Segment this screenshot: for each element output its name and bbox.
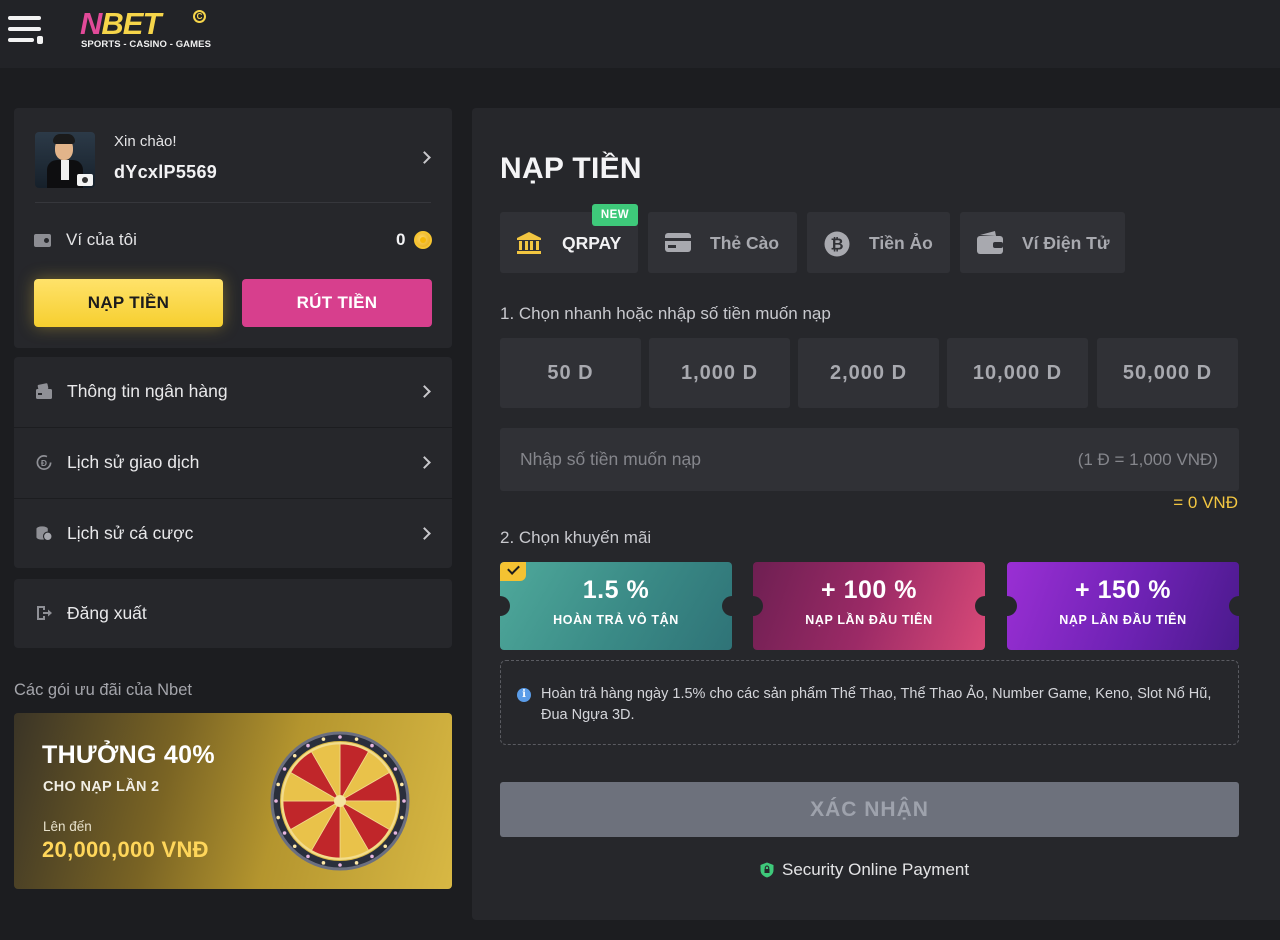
promo-value: + 150 % [1075, 576, 1171, 604]
bitcoin-icon: ₿ [824, 231, 850, 257]
profile-chevron-right-icon[interactable] [418, 151, 431, 164]
info-icon: i [517, 688, 531, 702]
top-header: NBET C SPORTS - CASINO - GAMES [0, 0, 1280, 68]
security-text: Security Online Payment [782, 860, 970, 879]
hamburger-menu-icon[interactable] [8, 14, 44, 46]
tab-label: Thẻ Cào [710, 233, 780, 253]
wallet-icon [34, 234, 51, 247]
promo-info-box: i Hoàn trả hàng ngày 1.5% cho các sản ph… [500, 660, 1239, 745]
username: dYcxlP5569 [114, 162, 218, 182]
promo-desc: NẠP LẦN ĐẦU TIÊN [805, 613, 933, 627]
banner-title: THƯỞNG 40% [42, 741, 215, 769]
logout-icon [37, 606, 52, 620]
promo-option-cashback[interactable]: 1.5 % HOÀN TRẢ VÔ TẬN [500, 562, 732, 650]
wallet-amount: 0 [396, 230, 406, 249]
menu-item-transaction-history[interactable]: Đ Lịch sử giao dịch [14, 428, 452, 498]
new-badge: NEW [592, 204, 638, 226]
nbet-logo[interactable]: NBET C SPORTS - CASINO - GAMES [80, 6, 212, 54]
security-note: Security Online Payment [760, 858, 990, 882]
promo-option-100[interactable]: + 100 % NẠP LẦN ĐẦU TIÊN [753, 562, 985, 650]
banner-amount: 20,000,000 VNĐ [42, 837, 209, 862]
tab-scratch-card[interactable]: Thẻ Cào [648, 212, 797, 273]
promo-option-150[interactable]: + 150 % NẠP LẦN ĐẦU TIÊN [1007, 562, 1239, 650]
wallet-label: Ví của tôi [66, 230, 137, 249]
tab-qrpay[interactable]: QRPAY NEW [500, 204, 638, 273]
tab-label: QRPAY [562, 233, 622, 253]
wallet-icon [977, 231, 1003, 254]
promo-desc: NẠP LẦN ĐẦU TIÊN [1059, 613, 1187, 627]
chevron-right-icon [418, 385, 431, 398]
step-1-label: 1. Chọn nhanh hoặc nhập số tiền muốn nạp [500, 304, 831, 323]
step-2-label: 2. Chọn khuyến mãi [500, 528, 652, 547]
history-icon: Đ [36, 455, 52, 470]
bank-icon [517, 232, 541, 254]
vnd-total: = 0 VNĐ [1173, 493, 1238, 512]
card-icon [665, 233, 691, 252]
shield-icon [760, 862, 774, 878]
coins-icon [36, 526, 53, 542]
bank-card-icon [36, 383, 52, 399]
profile-divider [35, 202, 431, 203]
menu-item-label: Lịch sử giao dịch [67, 452, 200, 472]
chevron-right-icon [418, 456, 431, 469]
menu-item-bank-info[interactable]: Thông tin ngân hàng [14, 357, 452, 427]
coin-icon [414, 231, 432, 249]
deposit-button[interactable]: NẠP TIỀN [34, 279, 223, 327]
page-title: NẠP TIỀN [500, 152, 642, 185]
offers-section-title: Các gói ưu đãi của Nbet [14, 681, 192, 699]
greeting-text: Xin chào! [114, 133, 177, 150]
tab-e-wallet[interactable]: Ví Điện Tử [960, 212, 1125, 273]
menu-item-label: Lịch sử cá cược [67, 523, 194, 543]
tab-label: Tiền Ảo [869, 233, 933, 253]
camera-icon[interactable] [77, 174, 93, 186]
account-menu: Thông tin ngân hàng Đ Lịch sử giao dịch … [14, 357, 452, 568]
exchange-rate-hint: (1 Đ = 1,000 VNĐ) [1077, 450, 1218, 469]
promo-value: + 100 % [821, 576, 917, 604]
deposit-panel: NẠP TIỀN QRPAY NEW Thẻ Cào ₿ Tiền Ảo Ví … [472, 108, 1280, 920]
amount-option-1000[interactable]: 1,000 D [649, 338, 790, 408]
profile-card: Xin chào! dYcxlP5569 Ví của tôi 0 NẠP TI… [14, 108, 452, 348]
amount-option-2000[interactable]: 2,000 D [798, 338, 939, 408]
amount-option-50[interactable]: 50 D [500, 338, 641, 408]
avatar[interactable] [35, 132, 95, 188]
amount-option-50000[interactable]: 50,000 D [1097, 338, 1238, 408]
promo-info-text: Hoàn trả hàng ngày 1.5% cho các sản phẩm… [541, 686, 1212, 723]
promo-banner[interactable]: THƯỞNG 40% CHO NẠP LẦN 2 Lên đến 20,000,… [14, 713, 452, 889]
amount-option-10000[interactable]: 10,000 D [947, 338, 1088, 408]
svg-text:Đ: Đ [41, 458, 47, 468]
confirm-button[interactable]: XÁC NHẬN [500, 782, 1239, 837]
withdraw-button[interactable]: RÚT TIỀN [242, 279, 432, 327]
tab-crypto[interactable]: ₿ Tiền Ảo [807, 212, 950, 273]
registered-mark-icon: C [193, 10, 206, 23]
logo-n: N [80, 6, 102, 41]
logout-button[interactable]: Đăng xuất [14, 579, 452, 648]
logout-label: Đăng xuất [67, 603, 147, 623]
logo-tagline: SPORTS - CASINO - GAMES [81, 39, 212, 50]
tab-label: Ví Điện Tử [1022, 233, 1110, 253]
lucky-wheel-icon [270, 731, 410, 871]
chevron-right-icon [418, 527, 431, 540]
promo-desc: HOÀN TRẢ VÔ TẬN [553, 613, 679, 627]
menu-item-bet-history[interactable]: Lịch sử cá cược [14, 499, 452, 569]
promo-value: 1.5 % [582, 576, 650, 604]
logo-bet: BET [101, 6, 161, 41]
menu-item-label: Thông tin ngân hàng [67, 381, 228, 401]
banner-subtitle: CHO NẠP LẦN 2 [43, 779, 160, 795]
banner-upto: Lên đến [43, 819, 92, 834]
svg-text:₿: ₿ [830, 236, 843, 254]
